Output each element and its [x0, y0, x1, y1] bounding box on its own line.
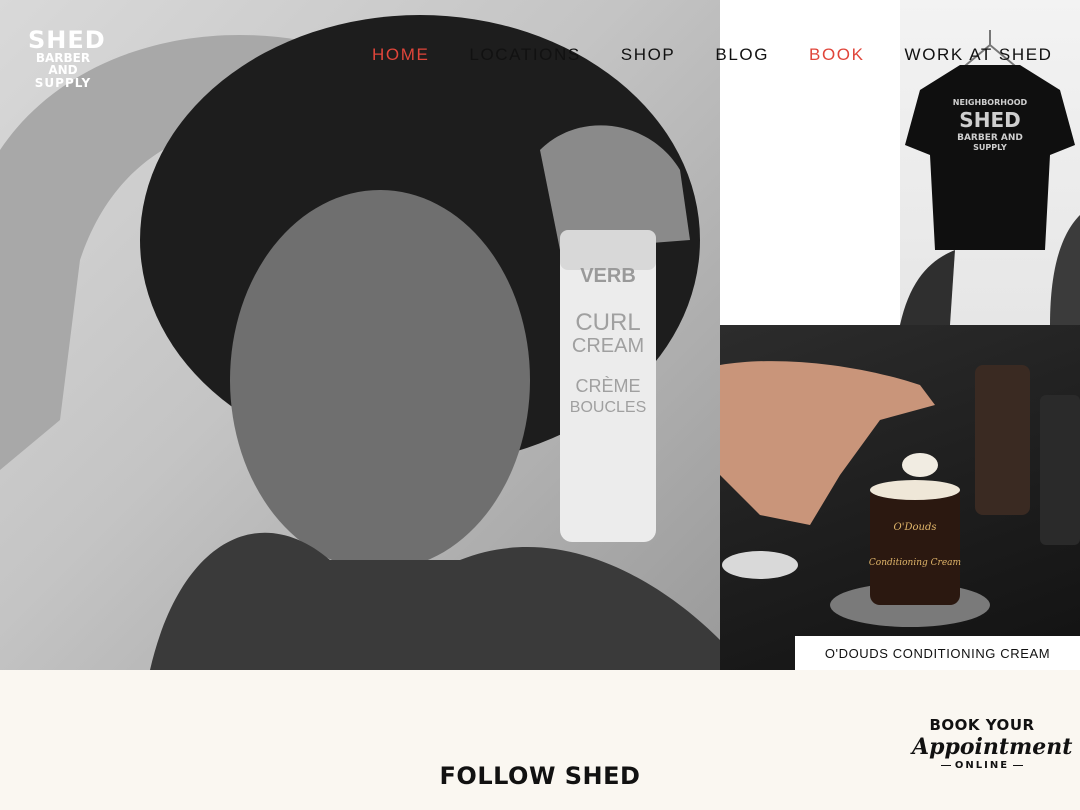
- logo-line-and: AND: [48, 63, 78, 77]
- badge-line3: ONLINE: [912, 760, 1052, 771]
- nav-locations[interactable]: LOCATIONS: [469, 45, 580, 65]
- product-caption[interactable]: O'DOUDS CONDITIONING CREAM: [795, 636, 1080, 670]
- hero-illustration: VERB CURL CREAM CRÈME BOUCLES: [0, 15, 720, 670]
- badge-line2: Appointment: [912, 734, 1073, 760]
- tshirt-print-line4: SUPPLY: [973, 143, 1007, 152]
- nav-shop[interactable]: SHOP: [621, 45, 676, 65]
- book-appointment-badge[interactable]: BOOK YOUR Appointment ONLINE: [912, 716, 1073, 784]
- logo-line-supply: SUPPLY: [34, 76, 92, 90]
- tube-label-brand: VERB: [580, 265, 636, 287]
- tshirt-print-line1: NEIGHBORHOOD: [953, 98, 1028, 107]
- tshirt-print-line3: BARBER AND: [957, 133, 1023, 143]
- brand-logo[interactable]: SHED BARBER AND SUPPLY: [28, 26, 106, 92]
- logo-wordmark: SHED: [28, 26, 106, 54]
- jar-brand: O'Douds: [894, 522, 937, 533]
- product-image: O'Douds Conditioning Cream: [720, 325, 1080, 670]
- badge-line1: BOOK YOUR: [929, 716, 1035, 734]
- main-nav: HOME LOCATIONS SHOP BLOG BOOK WORK AT SH…: [372, 45, 1053, 65]
- nav-home[interactable]: HOME: [372, 45, 429, 65]
- tshirt-print-line2: SHED: [959, 108, 1020, 132]
- nav-book[interactable]: BOOK: [809, 45, 865, 65]
- hero-image: VERB CURL CREAM CRÈME BOUCLES: [0, 0, 720, 670]
- tube-label-line1: CURL: [575, 309, 640, 336]
- jar-name: Conditioning Cream: [869, 558, 961, 568]
- nav-work-at-shed[interactable]: WORK AT SHED: [905, 45, 1053, 65]
- product-illustration: O'Douds Conditioning Cream: [720, 361, 1080, 627]
- nav-blog[interactable]: BLOG: [715, 45, 769, 65]
- tube-label-line2: CREAM: [572, 335, 644, 357]
- tube-label-line4: BOUCLES: [570, 399, 646, 416]
- tube-label-line3: CRÈME: [575, 376, 640, 396]
